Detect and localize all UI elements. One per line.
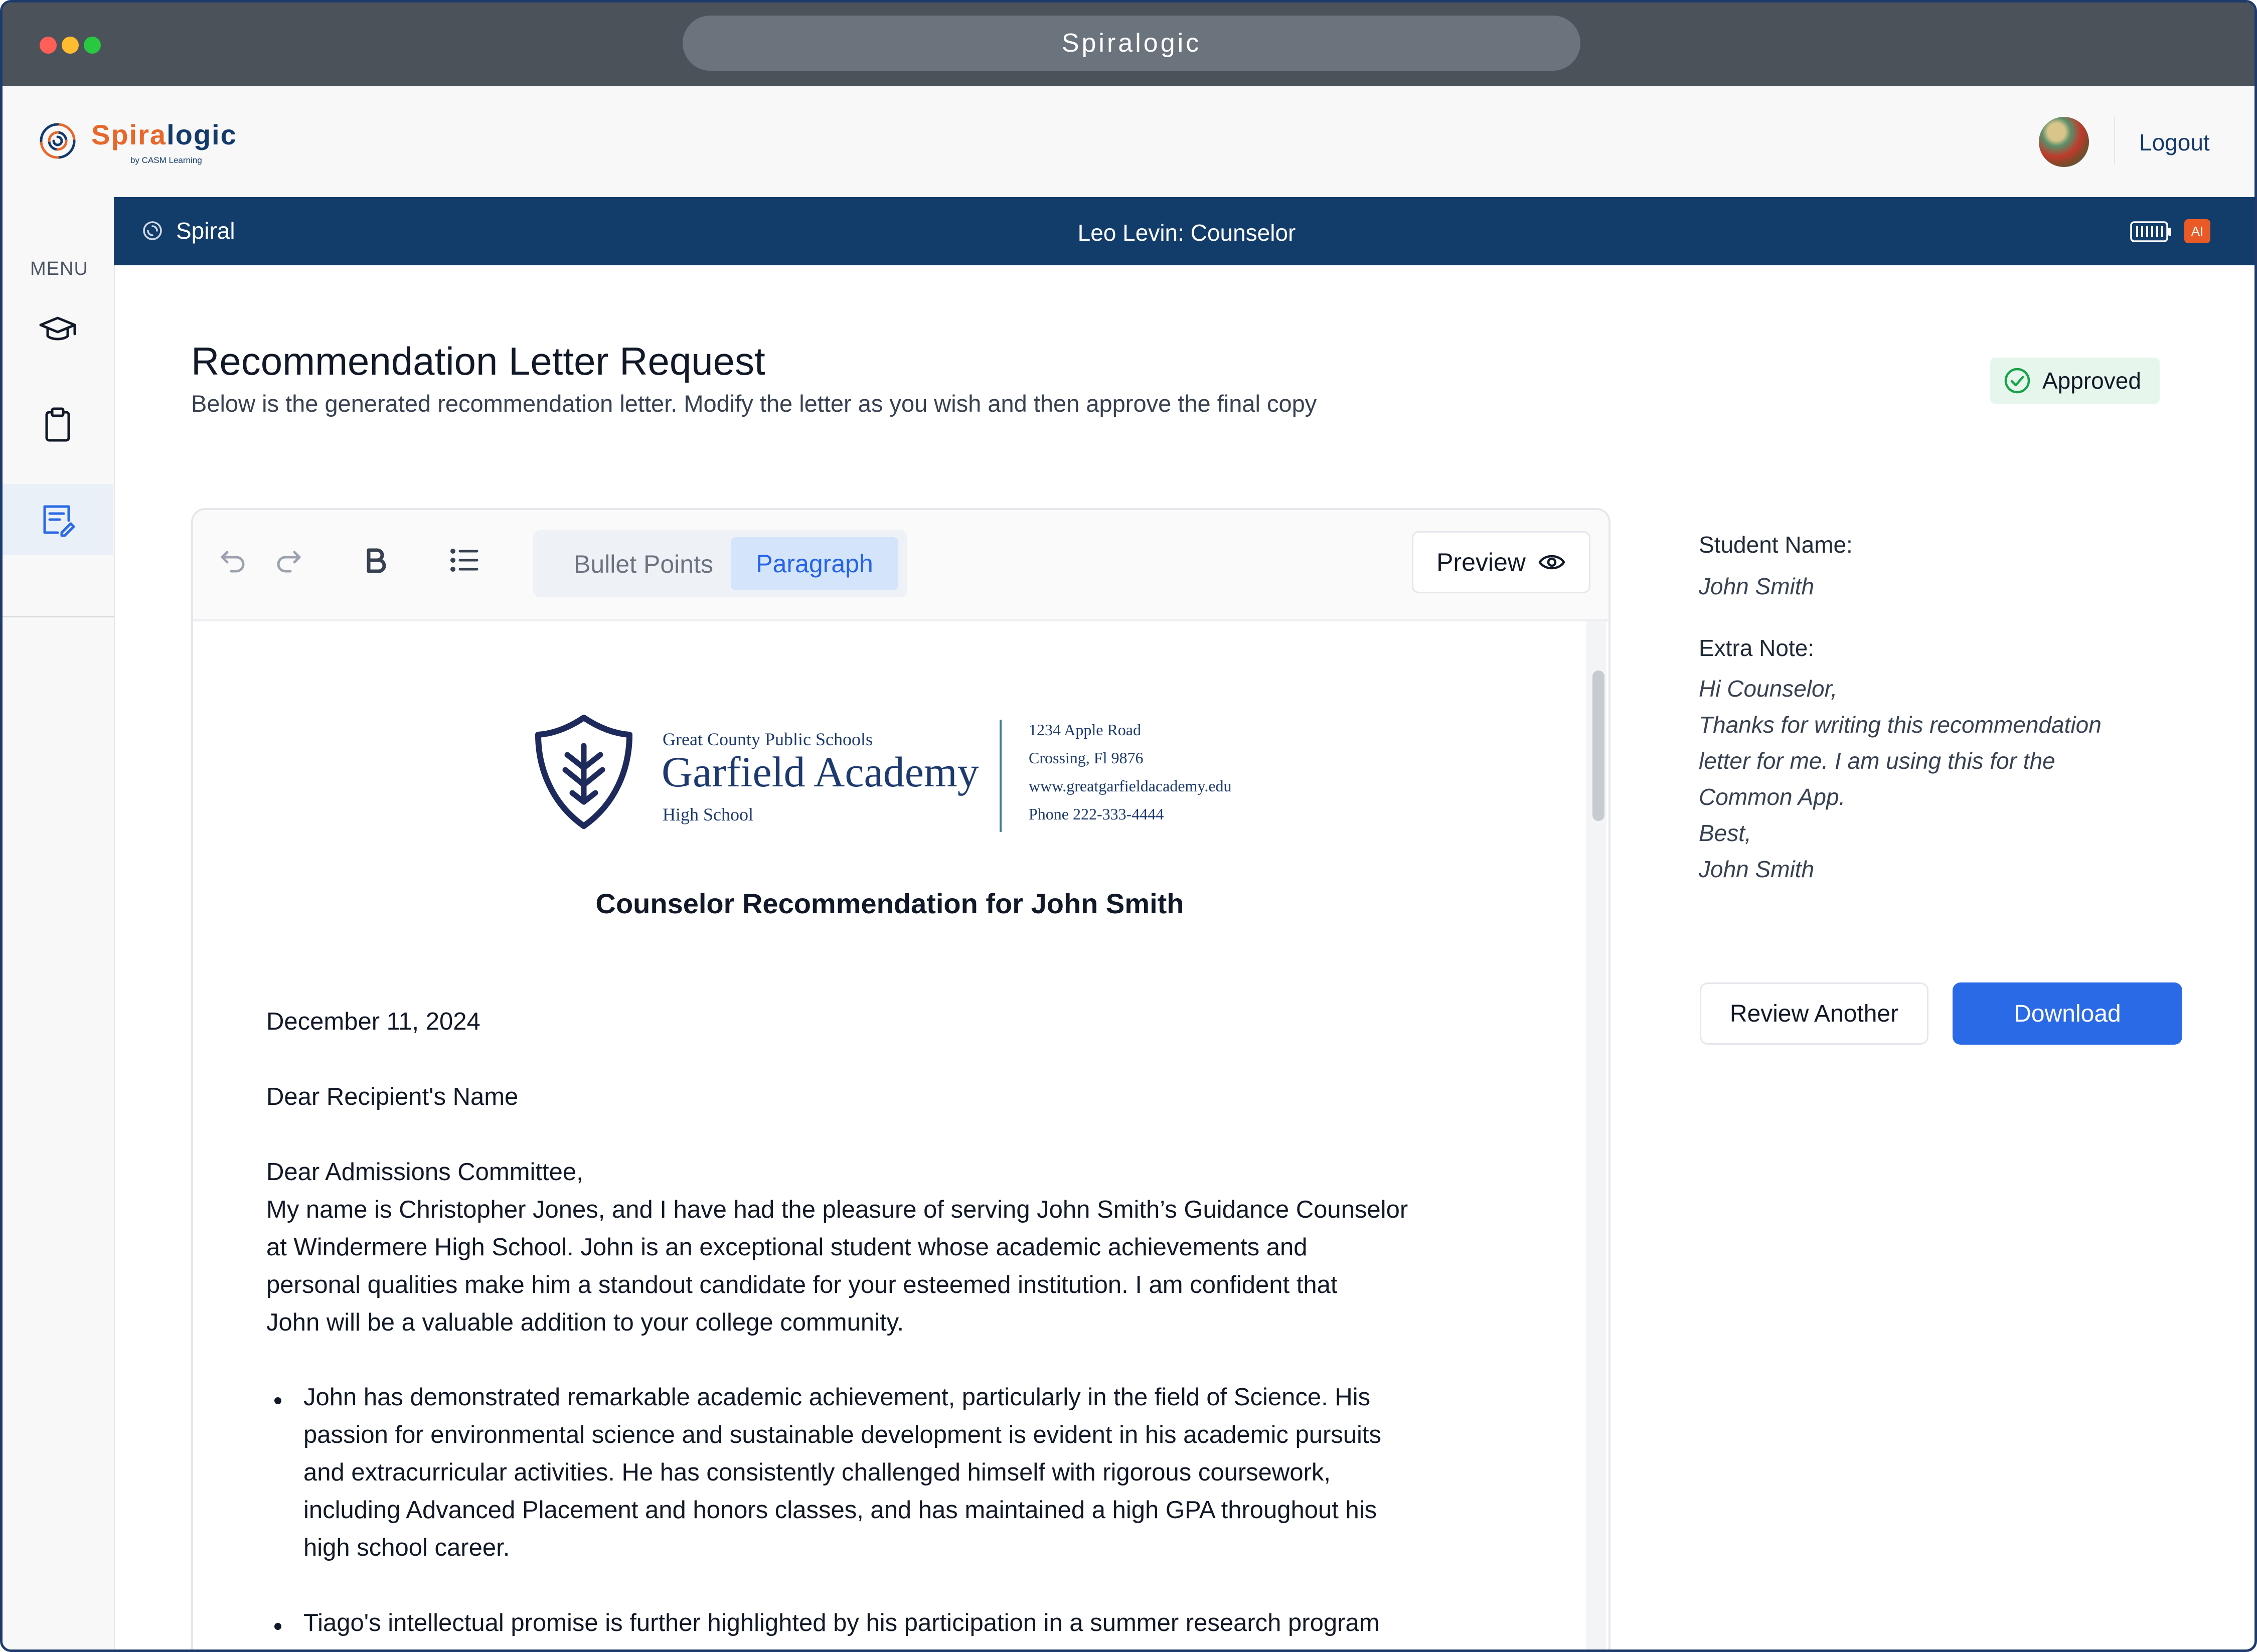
address-bar-title: Spiralogic bbox=[1061, 29, 1202, 58]
address-bar[interactable]: Spiralogic bbox=[683, 16, 1580, 71]
page-title: Recommendation Letter Request bbox=[191, 339, 765, 383]
ai-badge[interactable]: AI bbox=[2184, 219, 2210, 243]
school-level: High School bbox=[663, 804, 754, 824]
spiral-app-name: Spiral bbox=[176, 218, 235, 244]
letter-intro-line: personal qualities make him a standout c… bbox=[266, 1271, 1338, 1298]
sidebar-item-students[interactable] bbox=[3, 293, 113, 365]
context-bar: Leo Levin: Counselor Spiral AI bbox=[114, 197, 2254, 265]
letter-recipient: Dear Recipient's Name bbox=[266, 1083, 519, 1110]
student-name-label: Student Name: bbox=[1699, 532, 1853, 558]
close-window-button[interactable] bbox=[40, 37, 57, 54]
bullet-list-icon bbox=[450, 549, 478, 572]
format-toggle: Bullet Points Paragraph bbox=[533, 530, 907, 597]
letter-intro-line: John will be a valuable addition to your… bbox=[266, 1309, 904, 1336]
extra-note-line: Common App. bbox=[1699, 784, 1846, 810]
school-name: Garfield Academy bbox=[662, 748, 979, 796]
tab-paragraph[interactable]: Paragraph bbox=[731, 537, 898, 590]
bullet-marker bbox=[274, 1623, 281, 1630]
brand-subtitle: by CASM Learning bbox=[130, 155, 202, 165]
menu-label: MENU bbox=[30, 258, 88, 279]
undo-icon bbox=[221, 551, 245, 573]
extra-note-line: Hi Counselor, bbox=[1699, 676, 1838, 702]
letter-title: Counselor Recommendation for John Smith bbox=[595, 888, 1184, 919]
letter-date: December 11, 2024 bbox=[266, 1008, 480, 1035]
brand-name-part1: Spira bbox=[91, 119, 167, 150]
battery-icon bbox=[2130, 221, 2171, 242]
redo-button[interactable] bbox=[268, 540, 308, 580]
bullet-1-line: high school career. bbox=[303, 1534, 510, 1561]
download-button[interactable]: Download bbox=[1953, 982, 2182, 1045]
extra-note-label: Extra Note: bbox=[1699, 635, 1815, 661]
bullet-marker bbox=[274, 1397, 281, 1404]
page-subtitle: Below is the generated recommendation le… bbox=[191, 390, 1317, 417]
bullet-2-line: Tiago's intellectual promise is further … bbox=[303, 1609, 1380, 1636]
address-website: www.greatgarfieldacademy.edu bbox=[1029, 777, 1232, 795]
letter-content[interactable]: Great County Public Schools Garfield Aca… bbox=[193, 621, 1586, 1649]
maximize-window-button[interactable] bbox=[84, 37, 101, 54]
sidebar: MENU bbox=[3, 197, 115, 1649]
school-shield-logo bbox=[535, 715, 632, 829]
spiralogic-logo[interactable]: Spiralogic by CASM Learning bbox=[30, 113, 241, 174]
app-window: Spiralogic Spiralogic by CASM Learning L… bbox=[0, 0, 2257, 1652]
list-button[interactable] bbox=[444, 540, 484, 580]
review-another-button[interactable]: Review Another bbox=[1700, 982, 1928, 1045]
title-bar: Spiralogic bbox=[3, 3, 2254, 86]
preview-label: Preview bbox=[1436, 548, 1526, 576]
letter-editor: Bullet Points Paragraph Preview Great Co… bbox=[191, 508, 1610, 1649]
bullet-1-line: passion for environmental science and su… bbox=[303, 1421, 1382, 1448]
preview-button[interactable]: Preview bbox=[1412, 531, 1590, 593]
status-badge: Approved bbox=[1990, 358, 2160, 404]
current-user-role: Leo Levin: Counselor bbox=[1077, 220, 1296, 246]
extra-note-line: Best, bbox=[1699, 820, 1751, 846]
letter-intro-line: at Windermere High School. John is an ex… bbox=[266, 1234, 1308, 1261]
spiral-app-link[interactable]: Spiral bbox=[138, 216, 235, 245]
sidebar-divider bbox=[3, 616, 114, 617]
redo-icon bbox=[277, 551, 301, 573]
check-circle-icon bbox=[2004, 368, 2030, 394]
logout-link[interactable]: Logout bbox=[2139, 129, 2210, 156]
minimize-window-button[interactable] bbox=[62, 37, 79, 54]
address-line-1: 1234 Apple Road bbox=[1029, 721, 1141, 739]
editor-toolbar: Bullet Points Paragraph Preview bbox=[193, 510, 1608, 621]
user-avatar[interactable] bbox=[2039, 117, 2089, 167]
bullet-1-line: and extracurricular activities. He has c… bbox=[303, 1459, 1331, 1486]
extra-note-line: John Smith bbox=[1699, 856, 1815, 882]
spiral-logo-icon bbox=[40, 123, 76, 159]
sidebar-item-letters[interactable] bbox=[3, 484, 113, 555]
eye-icon bbox=[1538, 555, 1565, 570]
undo-button[interactable] bbox=[213, 540, 253, 580]
sidebar-item-requests[interactable] bbox=[3, 389, 113, 460]
scrollbar-thumb[interactable] bbox=[1592, 671, 1604, 821]
brand-name-part2: logic bbox=[167, 119, 237, 150]
student-name-value: John Smith bbox=[1699, 573, 1815, 599]
bullet-1-line: including Advanced Placement and honors … bbox=[303, 1497, 1377, 1524]
letter-intro-line: My name is Christopher Jones, and I have… bbox=[266, 1196, 1408, 1223]
tab-bullet-points[interactable]: Bullet Points bbox=[543, 538, 744, 590]
brand-name: Spiralogic bbox=[91, 118, 237, 151]
letterhead-divider bbox=[1000, 720, 1002, 832]
address-line-2: Crossing, Fl 9876 bbox=[1029, 749, 1144, 767]
status-text: Approved bbox=[2042, 368, 2141, 394]
spiral-icon bbox=[143, 221, 162, 240]
address-phone: Phone 222-333-4444 bbox=[1029, 805, 1164, 823]
bold-button[interactable] bbox=[356, 540, 396, 580]
header-divider bbox=[2114, 117, 2115, 165]
bold-icon bbox=[367, 548, 386, 573]
graduation-cap-icon bbox=[39, 316, 76, 341]
bullet-1-line: John has demonstrated remarkable academi… bbox=[303, 1384, 1371, 1411]
letter-salutation: Dear Admissions Committee, bbox=[266, 1159, 583, 1186]
extra-note-line: letter for me. I am using this for the bbox=[1699, 748, 2055, 774]
app-header: Spiralogic by CASM Learning Logout bbox=[3, 86, 2254, 198]
document-edit-icon bbox=[43, 505, 75, 537]
extra-note-line: Thanks for writing this recommendation bbox=[1699, 712, 2102, 738]
clipboard-icon bbox=[45, 407, 70, 442]
